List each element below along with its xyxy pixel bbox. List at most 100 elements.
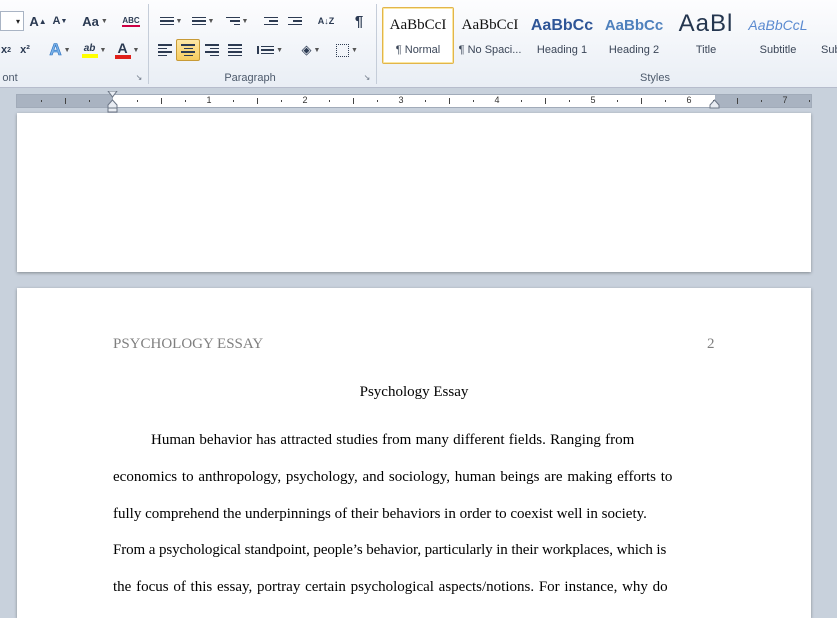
style-heading-2[interactable]: AaBbCc Heading 2 [598, 7, 670, 64]
paragraph-line: the focus of this essay, portray certain… [113, 579, 668, 595]
page-number: 2 [707, 336, 715, 352]
paragraph-line: fully comprehend the underpinnings of th… [113, 506, 647, 522]
align-left-button[interactable] [154, 39, 176, 61]
ruler-tick [809, 100, 810, 102]
line-spacing-icon [257, 45, 275, 55]
ruler-tick [425, 100, 426, 102]
ribbon: ▾ A ▲ A ▼ Aa ▼ ABC x2 x² A ▼ ab ▼ A ▼ ont ↘ … [0, 0, 837, 88]
ruler-tick [617, 100, 618, 102]
paragraph-group-label: Paragraph [224, 72, 276, 84]
increase-indent-button[interactable] [284, 10, 306, 32]
borders-button[interactable]: ▼ [332, 39, 362, 61]
numbering-button[interactable]: ▼ [188, 10, 218, 32]
font-size-combo[interactable]: ▾ [0, 11, 24, 31]
font-group-label: ont [2, 72, 18, 84]
ruler-tick [377, 100, 378, 102]
paint-bucket-icon: ◈ [301, 42, 312, 57]
increase-indent-icon [288, 16, 302, 26]
style-title[interactable]: AaBl Title [670, 7, 742, 64]
clear-formatting-button[interactable]: ABC [120, 10, 142, 32]
decrease-indent-button[interactable] [260, 10, 282, 32]
ruler-tick [65, 98, 66, 104]
font-color-button[interactable]: A ▼ [112, 39, 142, 61]
bullets-button[interactable]: ▼ [156, 10, 186, 32]
align-right-icon [205, 44, 219, 56]
ruler-number: 1 [206, 95, 212, 105]
align-left-icon [158, 44, 172, 56]
ruler-tick [41, 100, 42, 102]
ruler-right-margin [715, 95, 811, 107]
sort-button[interactable]: A↓Z [314, 10, 338, 32]
horizontal-ruler[interactable]: 1 2 3 4 5 6 7 [16, 94, 812, 108]
line-spacing-button[interactable]: ▼ [256, 39, 284, 61]
superscript-button[interactable]: x² [16, 39, 34, 61]
ruler-number: 6 [686, 95, 692, 105]
styles-group-label: Styles [640, 72, 670, 84]
current-page[interactable]: PSYCHOLOGY ESSAY 2 Psychology Essay Huma… [17, 288, 811, 618]
ruler-tick [641, 98, 642, 104]
style-subtle-emphasis[interactable]: Sub [814, 7, 837, 64]
subscript-button[interactable]: x2 [0, 39, 12, 61]
ruler-tick [569, 100, 570, 102]
ruler-tick [473, 100, 474, 102]
paragraph-line: Human behavior has attracted studies fro… [151, 432, 635, 448]
left-indent-marker-icon[interactable] [107, 91, 118, 113]
style-heading-1[interactable]: AaBbCc Heading 1 [526, 7, 598, 64]
ruler-tick [185, 100, 186, 102]
justify-icon [228, 44, 242, 56]
ruler-tick [545, 98, 546, 104]
ruler-number: 5 [590, 95, 596, 105]
paragraph-line: From a psychological standpoint, people’… [113, 542, 667, 558]
ruler-tick [521, 100, 522, 102]
paragraph-dialog-launcher-icon[interactable]: ↘ [363, 74, 371, 82]
sort-icon: A↓Z [317, 16, 335, 26]
bullets-icon [159, 16, 174, 26]
ruler-tick [161, 98, 162, 104]
multilevel-list-icon [225, 16, 240, 26]
font-dialog-launcher-icon[interactable]: ↘ [135, 74, 143, 82]
highlight-color-swatch [81, 53, 98, 58]
ruler-tick [257, 98, 258, 104]
ruler-tick [665, 100, 666, 102]
style-subtitle[interactable]: AaBbCcL Subtitle [742, 7, 814, 64]
align-right-button[interactable] [201, 39, 223, 61]
ruler-number: 2 [302, 95, 308, 105]
ruler-tick [137, 100, 138, 102]
show-hide-formatting-button[interactable]: ¶ [348, 10, 370, 32]
ruler-tick [329, 100, 330, 102]
highlighter-icon: ab [83, 42, 96, 54]
text-highlight-button[interactable]: ab ▼ [78, 39, 110, 61]
font-color-icon: A [117, 39, 128, 56]
grow-font-button[interactable]: A ▲ [28, 10, 48, 32]
ruler-tick [233, 100, 234, 102]
shading-button[interactable]: ◈ ▼ [296, 39, 326, 61]
text-effects-icon: A [49, 40, 62, 60]
clear-format-icon: ABC [122, 15, 140, 27]
running-header: PSYCHOLOGY ESSAY [113, 336, 264, 352]
group-separator [376, 4, 377, 84]
align-center-icon [181, 44, 195, 56]
change-case-button[interactable]: Aa ▼ [80, 10, 110, 32]
ruler-tick [761, 100, 762, 102]
font-color-swatch [114, 54, 131, 59]
paragraph-line: economics to anthropology, psychology, a… [113, 469, 673, 485]
multilevel-list-button[interactable]: ▼ [222, 10, 252, 32]
pilcrow-icon: ¶ [354, 12, 364, 30]
shrink-font-button[interactable]: A ▼ [50, 10, 70, 32]
ruler-tick [737, 98, 738, 104]
align-center-button[interactable] [176, 39, 200, 61]
ruler-tick [353, 98, 354, 104]
ruler-tick [449, 98, 450, 104]
right-indent-marker-icon[interactable] [709, 99, 720, 109]
document-title: Psychology Essay [359, 384, 469, 400]
borders-icon [336, 43, 350, 57]
text-effects-button[interactable]: A ▼ [46, 39, 74, 61]
decrease-indent-icon [264, 16, 278, 26]
justify-button[interactable] [224, 39, 246, 61]
style-no-spacing[interactable]: AaBbCcI ¶ No Spaci... [454, 7, 526, 64]
numbering-icon [191, 16, 206, 26]
ruler-tick [281, 100, 282, 102]
group-separator [148, 4, 149, 84]
style-normal[interactable]: AaBbCcI ¶ Normal [382, 7, 454, 64]
ruler-number: 4 [494, 95, 500, 105]
